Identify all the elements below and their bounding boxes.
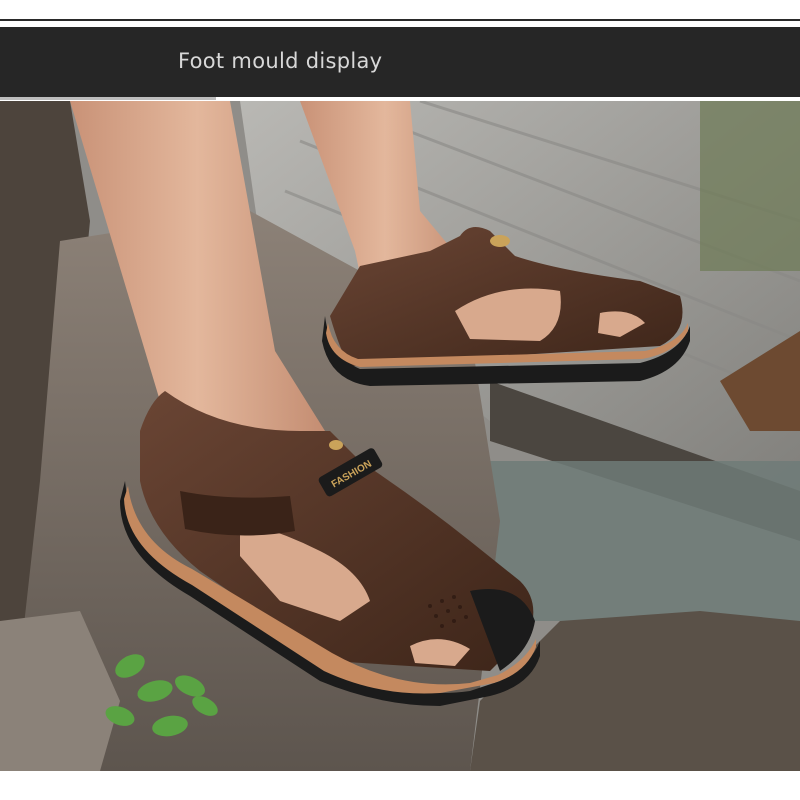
water-edge [700,101,800,271]
bottom-band [0,771,800,800]
header-band [0,27,800,97]
header-title: Foot mould display [178,49,383,73]
product-photo: FASHION [0,101,800,771]
sandals-photo-illustration: FASHION [0,101,800,771]
top-divider-line [0,19,800,21]
header-accent-line [0,97,216,100]
